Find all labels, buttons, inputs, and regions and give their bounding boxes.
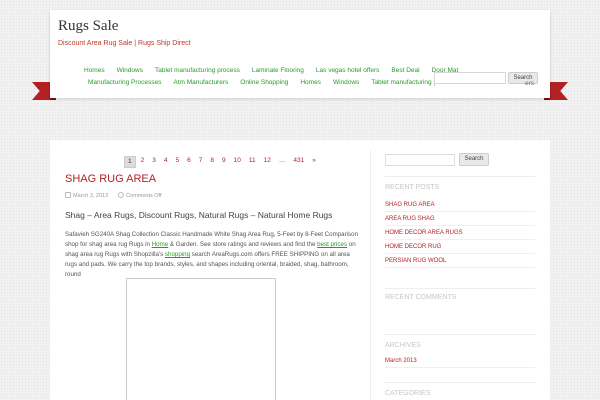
header-search-input[interactable] bbox=[434, 72, 506, 84]
site-description: Discount Area Rug Sale | Rugs Ship Direc… bbox=[58, 40, 191, 47]
link-shopping[interactable]: shopping bbox=[165, 251, 190, 258]
sidebar-search-input[interactable] bbox=[385, 154, 455, 166]
sidebar-divider bbox=[385, 334, 535, 335]
main-nav-row-2: Manufacturing Processes Atm Manufacturer… bbox=[82, 79, 462, 86]
content-area: 1 2 3 4 5 6 7 8 9 10 11 12 … 431 » SHAG … bbox=[50, 140, 550, 400]
link-home[interactable]: Home bbox=[152, 241, 169, 248]
archive-item[interactable]: March 2013 bbox=[385, 354, 535, 368]
nav-item-best-deal[interactable]: Best Deal bbox=[385, 67, 425, 74]
main-nav-row-1: Homes Windows Tablet manufacturing proce… bbox=[78, 67, 464, 74]
recent-posts-list: SHAG RUG AREA AREA RUG SHAG HOME DECOR A… bbox=[385, 198, 535, 268]
nav-item-manufacturing-processes[interactable]: Manufacturing Processes bbox=[82, 79, 167, 86]
post-date: March 3, 2013 bbox=[65, 192, 108, 199]
categories-heading: CATEGORIES bbox=[385, 390, 431, 397]
post-subtitle: Shag – Area Rugs, Discount Rugs, Natural… bbox=[65, 210, 333, 220]
archives-heading: ARCHIVES bbox=[385, 342, 421, 349]
nav-item-online-shopping[interactable]: Online Shopping bbox=[234, 79, 294, 86]
page-next[interactable]: » bbox=[309, 156, 319, 168]
page-12[interactable]: 12 bbox=[261, 156, 274, 168]
sidebar-search-button[interactable]: Search bbox=[459, 153, 489, 166]
nav-item-tablet-manufacturing[interactable]: Tablet manufacturing process bbox=[149, 67, 246, 74]
page-11[interactable]: 11 bbox=[246, 156, 259, 168]
nav-item-las-vegas[interactable]: Las vegas hotel offers bbox=[310, 67, 385, 74]
nav-item-laminate-flooring[interactable]: Laminate Flooring bbox=[246, 67, 310, 74]
column-divider bbox=[370, 150, 371, 400]
post-body-text-2: & Garden. See store ratings and reviews … bbox=[168, 241, 318, 248]
page-1[interactable]: 1 bbox=[124, 156, 136, 168]
sidebar-divider bbox=[385, 382, 535, 383]
page-7[interactable]: 7 bbox=[196, 156, 206, 168]
sidebar-divider bbox=[385, 288, 535, 289]
page-4[interactable]: 4 bbox=[161, 156, 171, 168]
recent-post-item[interactable]: AREA RUG SHAG bbox=[385, 212, 535, 226]
page-8[interactable]: 8 bbox=[207, 156, 217, 168]
nav-item-atm-manufacturers[interactable]: Atm Manufacturers bbox=[167, 79, 234, 86]
page-9[interactable]: 9 bbox=[219, 156, 229, 168]
post-date-text: March 3, 2013 bbox=[73, 193, 109, 199]
page-3[interactable]: 3 bbox=[149, 156, 159, 168]
page-6[interactable]: 6 bbox=[184, 156, 194, 168]
post-meta: March 3, 2013 Comments Off bbox=[65, 192, 162, 199]
recent-post-item[interactable]: HOME DECOR AREA RUGS bbox=[385, 226, 535, 240]
nav-item-windows-2[interactable]: Windows bbox=[327, 79, 365, 86]
page-10[interactable]: 10 bbox=[231, 156, 244, 168]
archives-list: March 2013 bbox=[385, 354, 535, 368]
recent-post-item[interactable]: PERSIAN RUG WOOL bbox=[385, 254, 535, 268]
page-ellipsis: … bbox=[278, 157, 286, 164]
nav-item-homes[interactable]: Homes bbox=[78, 67, 111, 74]
recent-post-item[interactable]: SHAG RUG AREA bbox=[385, 198, 535, 212]
recent-post-item[interactable]: HOME DECOR RUG bbox=[385, 240, 535, 254]
nav-item-windows[interactable]: Windows bbox=[111, 67, 149, 74]
post-comments: Comments Off bbox=[118, 192, 162, 199]
nav-item-homes-2[interactable]: Homes bbox=[294, 79, 327, 86]
nav-overlap-text[interactable]: ers bbox=[525, 80, 534, 87]
sidebar-divider bbox=[385, 176, 535, 177]
page-2[interactable]: 2 bbox=[138, 156, 148, 168]
site-title[interactable]: Rugs Sale bbox=[58, 18, 118, 35]
pagination: 1 2 3 4 5 6 7 8 9 10 11 12 … 431 » bbox=[124, 156, 319, 168]
post-comments-text: Comments Off bbox=[126, 193, 162, 199]
link-best-prices[interactable]: best prices bbox=[317, 241, 347, 248]
calendar-icon bbox=[65, 192, 71, 198]
page-431[interactable]: 431 bbox=[290, 156, 307, 168]
recent-comments-heading: RECENT COMMENTS bbox=[385, 294, 457, 301]
post-body: Safavieh SG240A Shag Collection Classic … bbox=[65, 230, 363, 280]
recent-posts-heading: RECENT POSTS bbox=[385, 184, 440, 191]
post-image bbox=[126, 278, 276, 400]
comment-icon bbox=[118, 192, 125, 198]
page-5[interactable]: 5 bbox=[173, 156, 183, 168]
post-title[interactable]: SHAG RUG AREA bbox=[65, 173, 156, 185]
